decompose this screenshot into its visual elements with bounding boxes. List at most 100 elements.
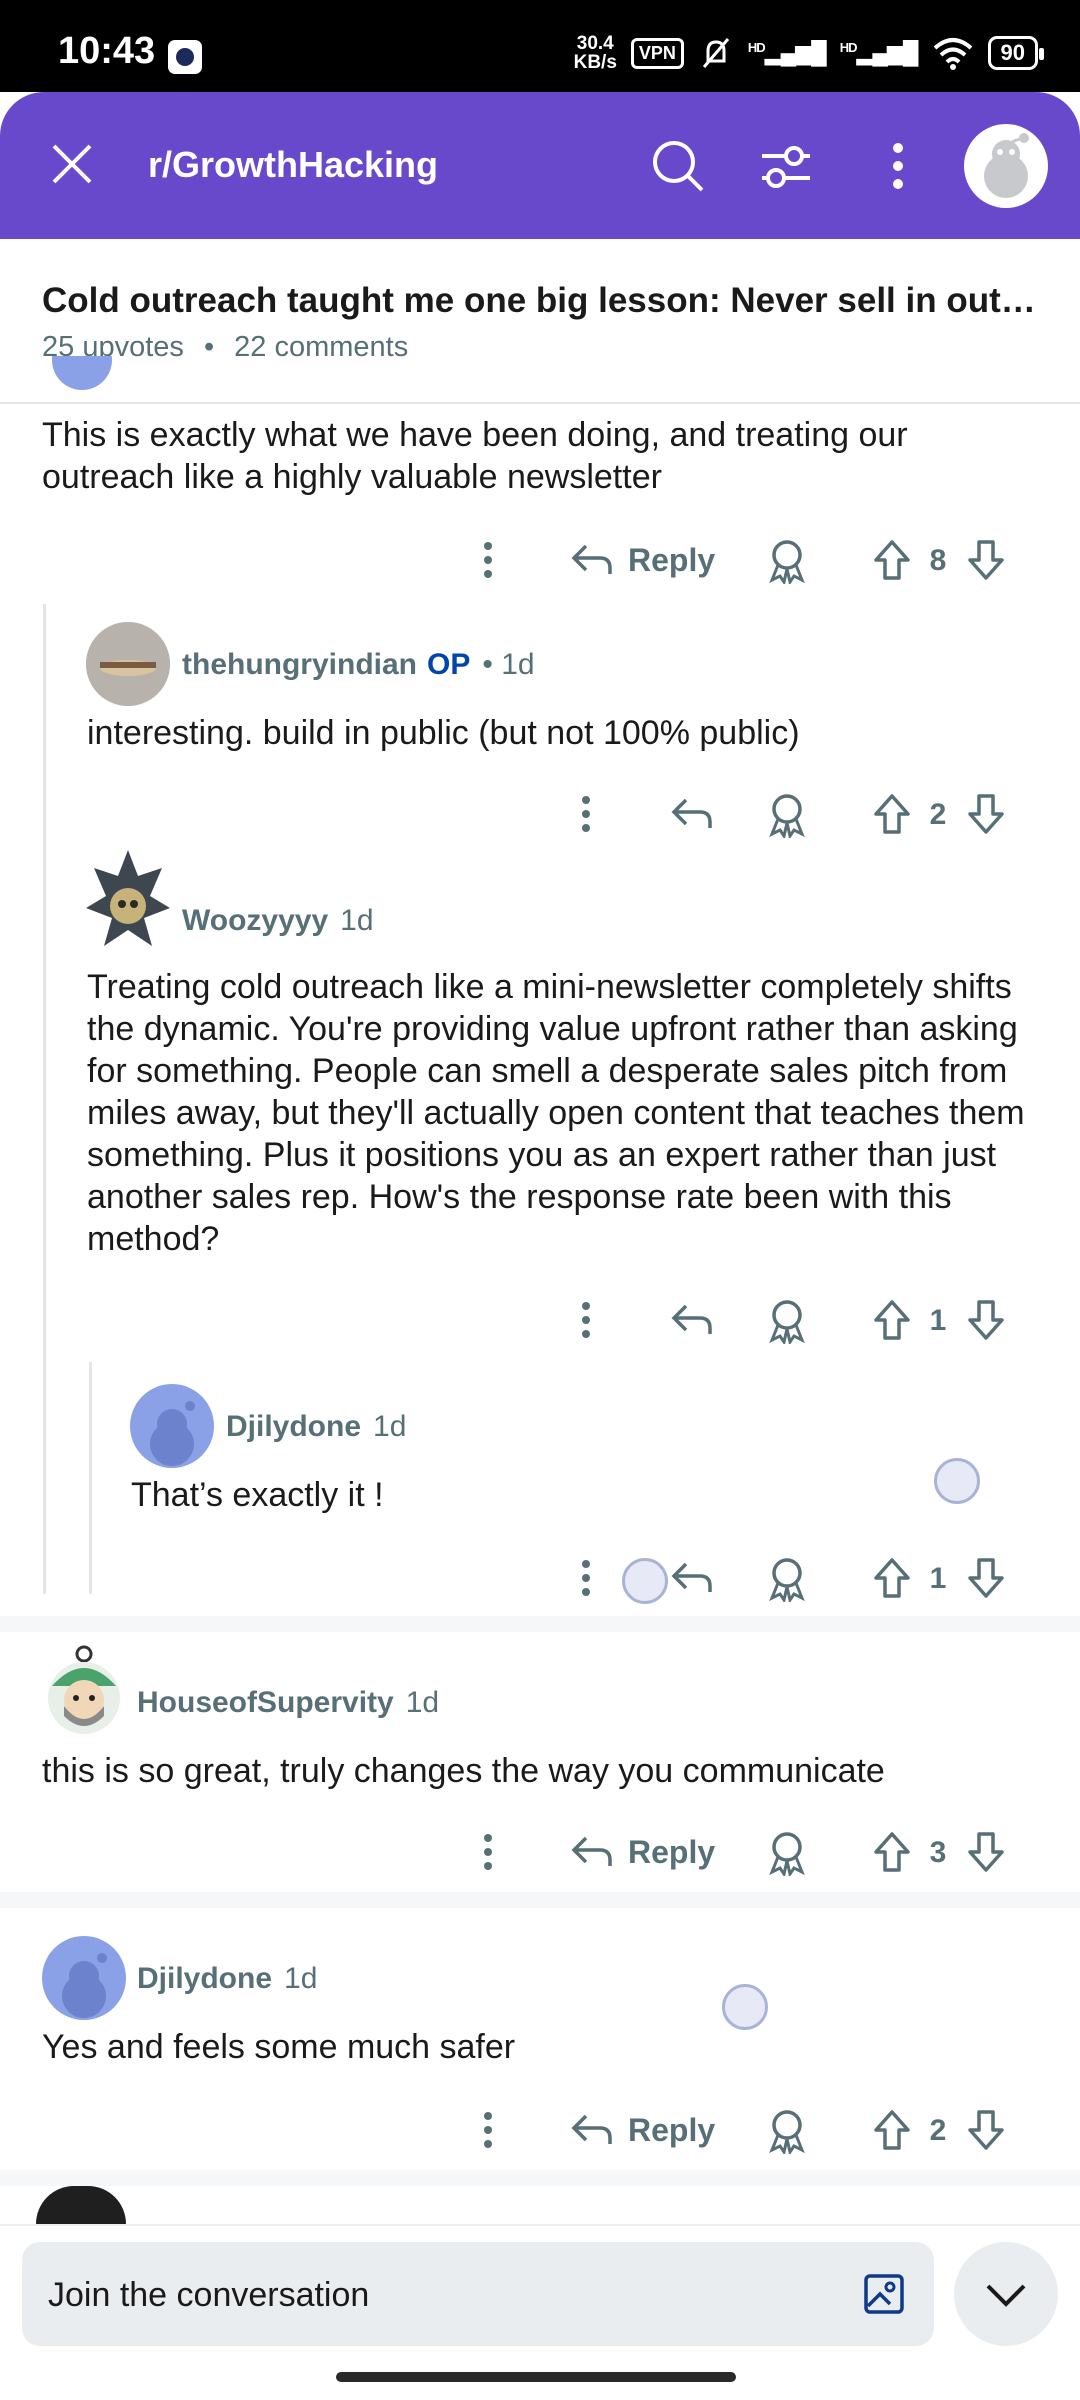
- status-time: 10:43: [58, 30, 156, 72]
- author-name[interactable]: Woozyyyy: [182, 904, 328, 938]
- vote-count: 2: [929, 798, 947, 831]
- network-speed: 30.4 KB/s: [573, 33, 617, 73]
- award-icon[interactable]: [766, 1556, 808, 1602]
- award-icon[interactable]: [766, 1298, 808, 1344]
- avatar[interactable]: [42, 1936, 126, 2020]
- reply-label: Reply: [628, 1833, 716, 1870]
- comment-body: Treating cold outreach like a mini-newsl…: [87, 968, 1025, 1258]
- author-row: thehungryindian OP • 1d: [182, 648, 535, 682]
- award-icon[interactable]: [766, 792, 808, 838]
- touch-indicator: [934, 1458, 980, 1504]
- author-row: HouseofSupervity 1d: [137, 1686, 439, 1720]
- thread-line[interactable]: [43, 604, 46, 1594]
- avatar[interactable]: [86, 622, 170, 706]
- author-name[interactable]: Djilydone: [226, 1410, 361, 1444]
- comment-age: 1d: [340, 904, 374, 937]
- cell-signal-2-icon: HD▂▄▆█: [839, 40, 919, 65]
- avatar[interactable]: [42, 1636, 126, 1740]
- app-notification-icon: [168, 40, 202, 74]
- subreddit-header: r/GrowthHacking: [0, 92, 1080, 239]
- upvote-icon[interactable]: [872, 1830, 912, 1874]
- more-options-icon[interactable]: [566, 1558, 606, 1598]
- vote-count: 3: [929, 1836, 947, 1869]
- thread-line[interactable]: [89, 1362, 92, 1594]
- filter-icon[interactable]: [756, 136, 816, 196]
- comment-body: This is exactly what we have been doing,…: [42, 416, 908, 496]
- more-options-icon[interactable]: [566, 794, 606, 834]
- comment-age: 1d: [284, 1962, 318, 1995]
- upvote-icon[interactable]: [872, 792, 912, 836]
- join-conversation-placeholder: Join the conversation: [48, 2276, 370, 2314]
- op-badge: OP: [427, 648, 471, 681]
- image-icon[interactable]: [862, 2272, 906, 2316]
- comment-age: 1d: [405, 1686, 440, 1719]
- reply-icon: [571, 544, 612, 574]
- wifi-icon: [933, 38, 972, 70]
- downvote-icon[interactable]: [966, 1556, 1006, 1600]
- reply-icon: [571, 1836, 612, 1866]
- avatar[interactable]: [36, 2186, 126, 2224]
- status-indicators: 30.4 KB/s VPN HD▂▄▆█ HD▂▄▆█ 90: [573, 33, 1045, 73]
- author-name[interactable]: Djilydone: [137, 1962, 272, 1996]
- downvote-icon[interactable]: [966, 792, 1006, 836]
- comment-age: • 1d: [482, 648, 535, 681]
- touch-indicator: [622, 1558, 668, 1604]
- subreddit-name[interactable]: r/GrowthHacking: [148, 144, 438, 186]
- mute-icon: [702, 38, 730, 68]
- author-name[interactable]: thehungryindian: [182, 648, 417, 682]
- chevron-down-icon: [986, 2284, 1026, 2307]
- downvote-icon[interactable]: [966, 1298, 1006, 1342]
- user-avatar[interactable]: [964, 124, 1048, 208]
- reply-icon[interactable]: [670, 1558, 714, 1598]
- comment-age: 1d: [373, 1410, 407, 1443]
- avatar[interactable]: [130, 1384, 214, 1468]
- vote-count: 1: [929, 1304, 947, 1337]
- upvote-icon[interactable]: [872, 2108, 912, 2152]
- reply-icon[interactable]: [670, 794, 714, 834]
- downvote-icon[interactable]: [966, 1830, 1006, 1874]
- more-options-icon[interactable]: [468, 1832, 508, 1872]
- award-icon[interactable]: [766, 538, 808, 584]
- thread-separator: [0, 1616, 1080, 1632]
- avatar[interactable]: [82, 846, 174, 956]
- reply-icon[interactable]: [670, 1300, 714, 1340]
- search-icon[interactable]: [648, 136, 706, 194]
- post-title[interactable]: Cold outreach taught me one big lesson: …: [42, 281, 1042, 321]
- reply-button[interactable]: Reply: [570, 1828, 715, 1876]
- upvote-icon[interactable]: [872, 538, 912, 582]
- upvote-icon[interactable]: [872, 1556, 912, 1600]
- more-options-icon[interactable]: [870, 136, 926, 196]
- touch-indicator: [722, 1984, 768, 2030]
- close-icon[interactable]: [46, 138, 98, 190]
- more-options-icon[interactable]: [468, 2110, 508, 2150]
- vote-count: 2: [929, 2114, 947, 2147]
- cell-signal-1-icon: HD▂▄▆█: [747, 40, 827, 65]
- meta-separator: •: [203, 331, 215, 363]
- more-options-icon[interactable]: [566, 1300, 606, 1340]
- reply-label: Reply: [628, 2111, 716, 2148]
- more-options-icon[interactable]: [468, 540, 508, 580]
- vote-count: 8: [929, 544, 947, 577]
- downvote-icon[interactable]: [966, 538, 1006, 582]
- status-bar: 10:43 30.4 KB/s VPN HD▂▄▆█ HD▂▄▆█ 90: [0, 0, 1080, 92]
- battery-icon: 90: [987, 36, 1045, 70]
- post-summary[interactable]: Cold outreach taught me one big lesson: …: [0, 239, 1080, 404]
- reply-icon: [571, 2114, 612, 2144]
- author-row: Djilydone 1d: [226, 1410, 406, 1444]
- thread-separator: [0, 2170, 1080, 2186]
- collapse-button[interactable]: [954, 2242, 1058, 2346]
- downvote-icon[interactable]: [966, 2108, 1006, 2152]
- author-name[interactable]: HouseofSupervity: [137, 1686, 394, 1720]
- join-conversation-input[interactable]: Join the conversation: [22, 2242, 934, 2346]
- comment-body: interesting. build in public (but not 10…: [87, 714, 800, 752]
- comment-body: Yes and feels some much safer: [42, 2028, 516, 2066]
- reply-button[interactable]: Reply: [570, 2106, 715, 2154]
- reply-button[interactable]: Reply: [570, 536, 715, 584]
- award-icon[interactable]: [766, 1830, 808, 1876]
- author-row: Djilydone 1d: [137, 1962, 317, 1996]
- home-indicator[interactable]: [336, 2372, 736, 2382]
- vote-count: 1: [929, 1562, 947, 1595]
- award-icon[interactable]: [766, 2108, 808, 2154]
- reply-label: Reply: [628, 541, 716, 578]
- upvote-icon[interactable]: [872, 1298, 912, 1342]
